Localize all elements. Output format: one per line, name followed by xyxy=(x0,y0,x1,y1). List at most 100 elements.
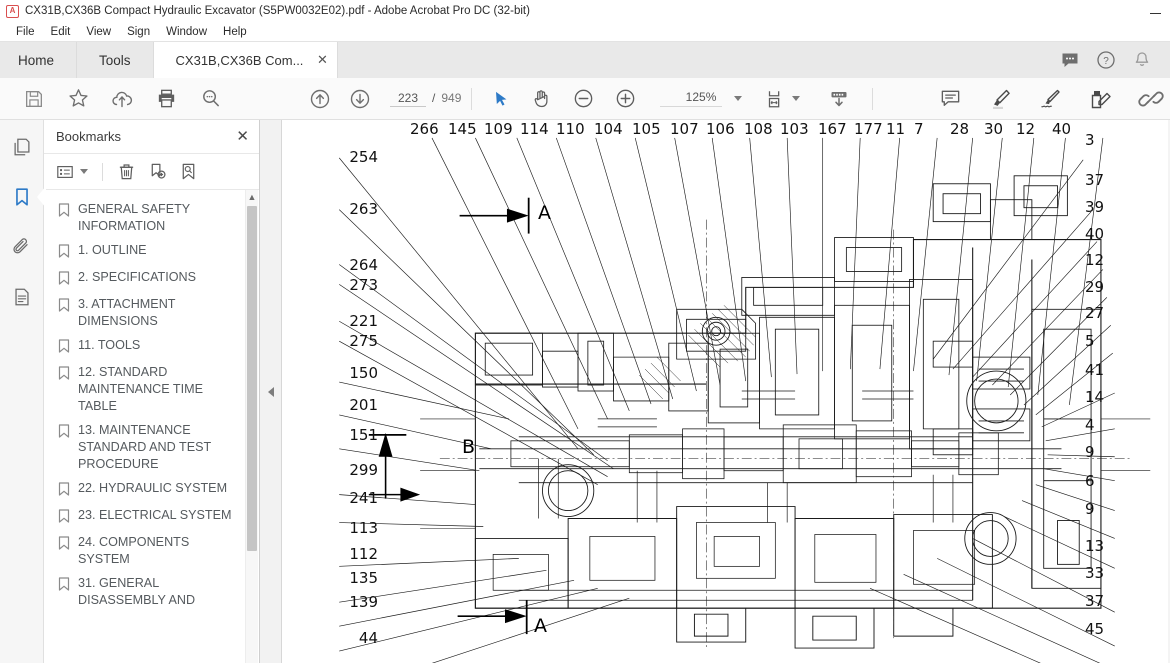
menu-item-sign[interactable]: Sign xyxy=(119,22,158,42)
next-page-icon[interactable] xyxy=(340,87,380,111)
attachments-icon[interactable] xyxy=(7,232,37,262)
bookmarks-panel-header: Bookmarks ✕ xyxy=(44,120,259,154)
page-thumbnails-icon[interactable] xyxy=(7,132,37,162)
callout-number-top: 266 xyxy=(410,120,439,138)
bookmarks-panel-title: Bookmarks xyxy=(56,129,122,144)
tab-strip: Home Tools CX31B,CX36B Com... ✕ ? xyxy=(0,42,1170,78)
list-item[interactable]: 12. STANDARD MAINTENANCE TIME TABLE xyxy=(44,361,259,419)
bookmarks-list[interactable]: GENERAL SAFETY INFORMATION 1. OUTLINE 2.… xyxy=(44,190,259,663)
delete-bookmark-icon[interactable] xyxy=(117,162,136,181)
bookmark-icon xyxy=(58,365,70,385)
window-title: CX31B,CX36B Compact Hydraulic Excavator … xyxy=(25,5,530,17)
callout-number-right: 4 xyxy=(1085,416,1095,434)
save-icon[interactable] xyxy=(12,88,56,110)
page-number-input[interactable]: 223 xyxy=(390,91,426,107)
list-item[interactable]: GENERAL SAFETY INFORMATION xyxy=(44,198,259,239)
tab-document[interactable]: CX31B,CX36B Com... ✕ xyxy=(153,42,339,78)
bookmark-label: 2. SPECIFICATIONS xyxy=(78,269,197,284)
menu-item-help[interactable]: Help xyxy=(215,22,255,42)
zoom-level-value[interactable]: 125% xyxy=(660,90,723,107)
list-item[interactable]: 1. OUTLINE xyxy=(44,239,259,266)
callout-number-left: 254 xyxy=(349,148,378,166)
toolbar: 223 / 949 125% xyxy=(0,78,1170,120)
callout-number-right: 33 xyxy=(1085,564,1105,582)
bookmark-label: 11. TOOLS xyxy=(78,337,141,352)
panel-collapse-handle[interactable] xyxy=(260,120,282,663)
callout-number-right: 6 xyxy=(1085,472,1095,490)
fit-page-chevron-down-icon[interactable] xyxy=(792,96,801,101)
close-icon[interactable]: ✕ xyxy=(236,129,249,144)
comment-balloon-icon[interactable] xyxy=(1060,50,1080,70)
bookmark-icon xyxy=(58,338,70,358)
list-item[interactable]: 11. TOOLS xyxy=(44,334,259,361)
list-item[interactable]: 3. ATTACHMENT DIMENSIONS xyxy=(44,293,259,334)
close-icon[interactable]: ✕ xyxy=(315,52,329,68)
previous-page-icon[interactable] xyxy=(300,87,340,111)
callout-number-right: 9 xyxy=(1085,443,1095,461)
print-icon[interactable] xyxy=(144,87,188,110)
link-icon[interactable] xyxy=(1138,86,1164,112)
callout-number-left: 221 xyxy=(349,312,378,330)
tab-home[interactable]: Home xyxy=(0,42,78,78)
scroll-mode-icon[interactable] xyxy=(822,87,856,111)
menu-item-view[interactable]: View xyxy=(78,22,119,42)
star-icon[interactable] xyxy=(56,87,100,110)
callout-number-top: 40 xyxy=(1052,120,1072,138)
minimize-button[interactable] xyxy=(1140,0,1170,22)
fill-and-sign-icon[interactable] xyxy=(1088,87,1112,111)
callout-number-right: 13 xyxy=(1085,537,1105,555)
zoom-in-icon[interactable] xyxy=(604,87,646,110)
bookmark-icon xyxy=(58,482,70,501)
navigation-rail xyxy=(0,120,46,663)
options-list-icon[interactable] xyxy=(56,163,74,181)
main-body: Bookmarks ✕ GENERAL SAFETY INFORMATION 1… xyxy=(0,120,1170,663)
menu-item-edit[interactable]: Edit xyxy=(43,22,79,42)
section-arrow-a-top xyxy=(459,197,530,234)
document-viewport[interactable]: 266 145 109 114 110 104 105 107 106 108 103 167 177 1… xyxy=(282,120,1170,663)
bookmarks-options-chevron-down-icon[interactable] xyxy=(80,169,88,174)
pages-icon[interactable] xyxy=(7,282,37,312)
callout-number-top: 11 xyxy=(886,120,906,138)
list-item[interactable]: 22. HYDRAULIC SYSTEM xyxy=(44,477,259,504)
new-bookmark-icon[interactable] xyxy=(148,162,167,181)
tab-tools[interactable]: Tools xyxy=(77,42,154,78)
cloud-upload-icon[interactable] xyxy=(100,87,144,111)
highlight-icon[interactable] xyxy=(988,87,1012,111)
bookmarks-scrollbar[interactable]: ▲ xyxy=(245,190,258,663)
toolbar-divider-2 xyxy=(872,87,874,110)
bell-icon[interactable] xyxy=(1132,50,1152,70)
bookmarks-icon[interactable] xyxy=(7,182,46,212)
callout-number-left: 113 xyxy=(349,519,378,537)
help-circle-icon[interactable]: ? xyxy=(1096,50,1116,70)
menu-item-file[interactable]: File xyxy=(8,22,43,42)
comment-icon[interactable] xyxy=(939,87,962,110)
list-item[interactable]: 23. ELECTRICAL SYSTEM xyxy=(44,504,259,531)
callout-number-top: 114 xyxy=(520,120,549,138)
tab-tools-label: Tools xyxy=(99,52,131,68)
search-icon[interactable] xyxy=(188,87,232,110)
scrollbar-thumb[interactable] xyxy=(247,206,257,551)
bookmarks-panel: Bookmarks ✕ GENERAL SAFETY INFORMATION 1… xyxy=(44,120,260,663)
list-item[interactable]: 13. MAINTENANCE STANDARD AND TEST PROCED… xyxy=(44,419,259,477)
page-total: 949 xyxy=(441,90,462,105)
select-cursor-icon[interactable] xyxy=(482,89,520,109)
scroll-up-icon[interactable]: ▲ xyxy=(246,190,258,204)
menu-item-window[interactable]: Window xyxy=(158,22,215,42)
list-item[interactable]: 31. GENERAL DISASSEMBLY AND xyxy=(44,572,259,613)
bookmark-label: 3. ATTACHMENT DIMENSIONS xyxy=(78,296,176,329)
sign-icon[interactable] xyxy=(1038,87,1062,111)
tab-strip-actions: ? xyxy=(1060,42,1170,78)
tab-home-label: Home xyxy=(18,52,55,68)
find-bookmark-icon[interactable] xyxy=(179,162,198,181)
list-item[interactable]: 2. SPECIFICATIONS xyxy=(44,266,259,293)
fit-page-icon[interactable] xyxy=(760,88,790,110)
hand-tool-icon[interactable] xyxy=(520,87,562,110)
chevron-down-icon[interactable] xyxy=(734,96,743,101)
callout-number-top: 177 xyxy=(854,120,883,138)
callout-number-left: 241 xyxy=(349,489,378,507)
bookmark-icon xyxy=(58,271,70,290)
toolbar-divider xyxy=(471,87,473,110)
zoom-out-icon[interactable] xyxy=(562,87,604,110)
callout-number-right: 41 xyxy=(1085,361,1105,379)
list-item[interactable]: 24. COMPONENTS SYSTEM xyxy=(44,531,259,572)
